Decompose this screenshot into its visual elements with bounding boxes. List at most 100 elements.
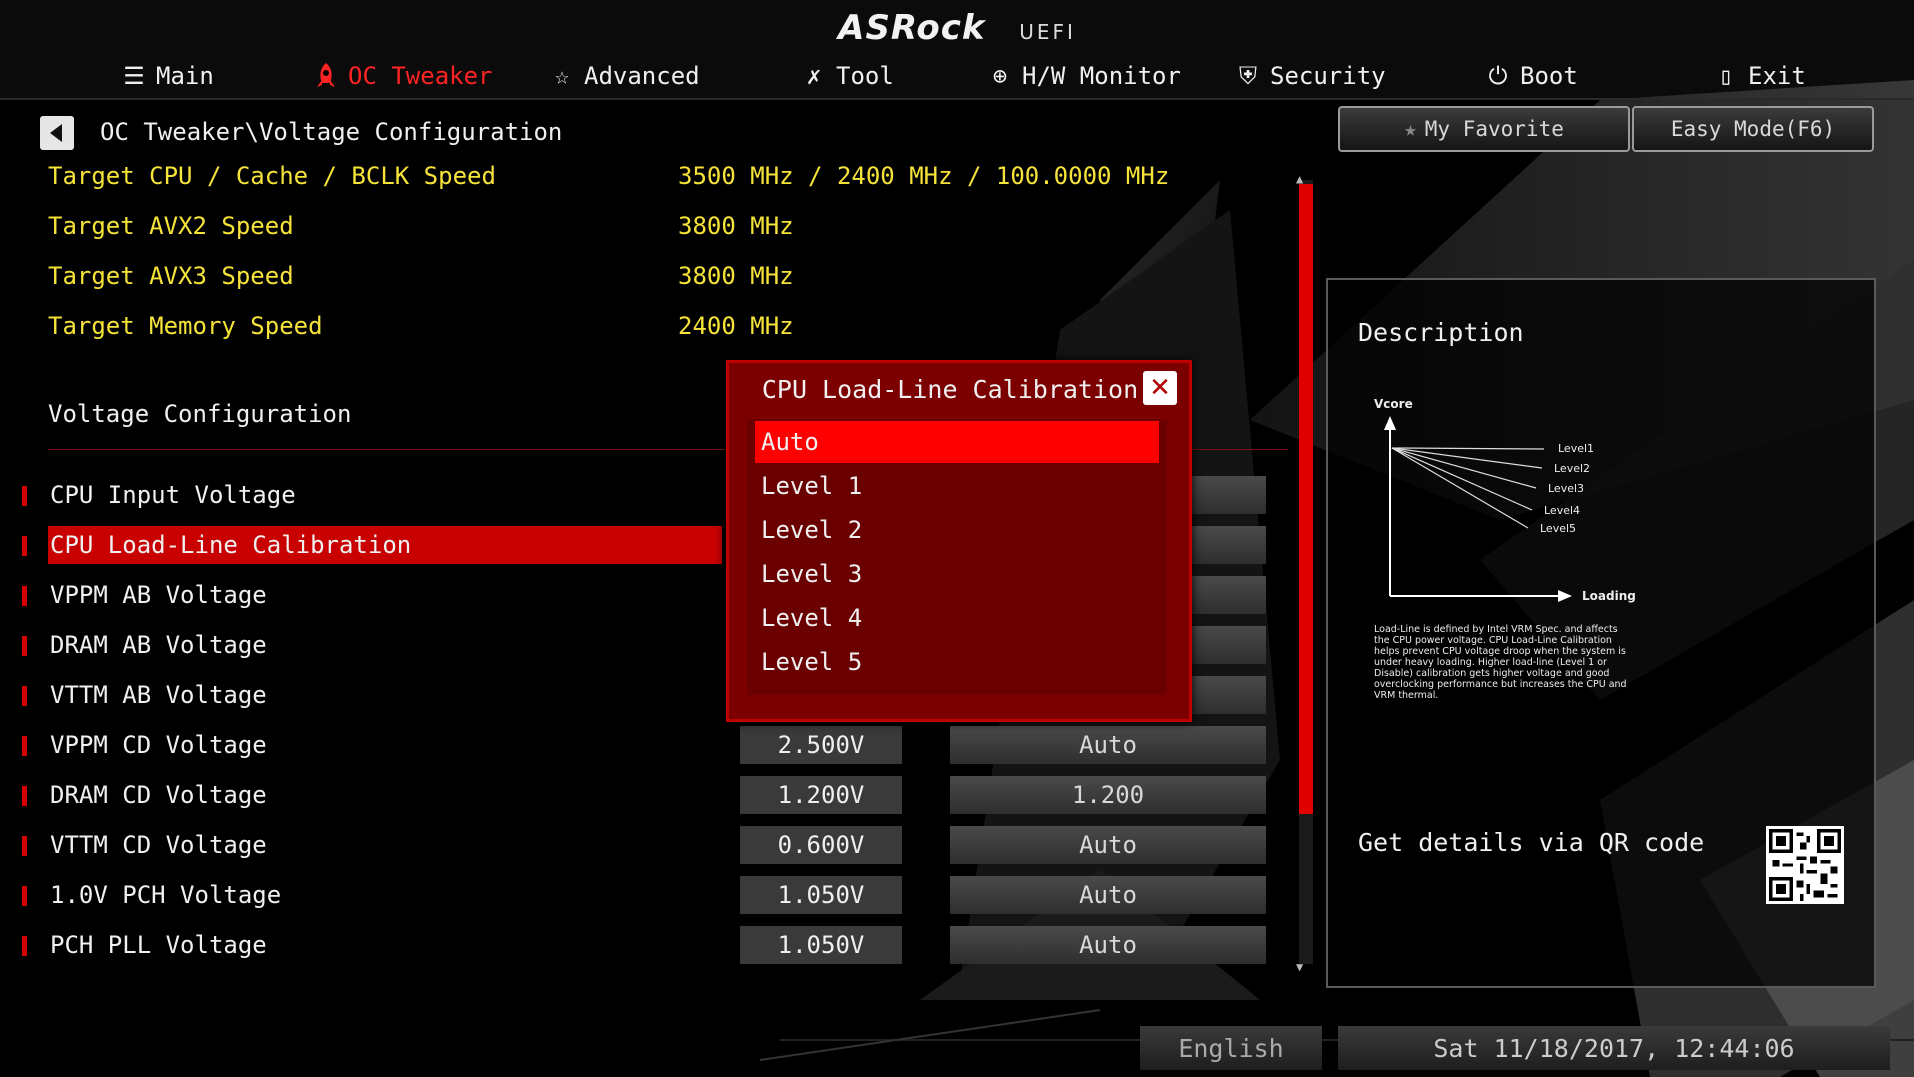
tab-label: OC Tweaker	[348, 62, 493, 90]
level2-label: Level2	[1554, 462, 1590, 475]
tab-security[interactable]: ⛨ Security	[1234, 54, 1386, 98]
row-bullet	[22, 636, 27, 656]
current-voltage: 0.600V	[740, 826, 902, 864]
tab-hw-monitor[interactable]: ⊕ H/W Monitor	[986, 54, 1181, 98]
tab-label: Security	[1270, 62, 1386, 90]
option-level-3[interactable]: Level 3	[755, 553, 1159, 595]
setting-vppm-ab-voltage[interactable]: VPPM AB Voltage	[48, 576, 267, 614]
my-favorite-button[interactable]: ★ My Favorite	[1338, 106, 1630, 152]
level4-label: Level4	[1544, 504, 1580, 517]
setting-vppm-cd-voltage[interactable]: VPPM CD Voltage	[48, 726, 267, 764]
star-icon: ☆	[554, 62, 570, 90]
info-value: 3500 MHz / 2400 MHz / 100.0000 MHz	[678, 162, 1170, 190]
option-level-2[interactable]: Level 2	[755, 509, 1159, 551]
setting-vttm-ab-voltage[interactable]: VTTM AB Voltage	[48, 676, 267, 714]
load-line-calibration-popup: CPU Load-Line Calibration ✕ Auto Level 1…	[726, 360, 1192, 722]
row-bullet	[22, 586, 27, 606]
list-icon: ☰	[123, 62, 145, 90]
tab-oc-tweaker[interactable]: OC Tweaker	[312, 54, 493, 98]
exit-door-icon: ▯	[1718, 62, 1734, 90]
tab-label: H/W Monitor	[1022, 62, 1181, 90]
tab-label: Advanced	[584, 62, 700, 90]
row-bullet	[22, 936, 27, 956]
monitor-crosshair-icon: ⊕	[992, 62, 1008, 90]
power-icon: ⏻	[1488, 62, 1508, 90]
current-voltage: 1.200V	[740, 776, 902, 814]
setting-vttm-cd-voltage[interactable]: VTTM CD Voltage	[48, 826, 267, 864]
language-button[interactable]: English	[1140, 1026, 1322, 1070]
section-title: Voltage Configuration	[48, 400, 352, 428]
setting-select[interactable]: 1.200	[950, 776, 1266, 814]
row-bullet	[22, 836, 27, 856]
current-voltage: 1.050V	[740, 926, 902, 964]
setting-select[interactable]: Auto	[950, 876, 1266, 914]
row-bullet	[22, 736, 27, 756]
description-text: Load-Line is defined by Intel VRM Spec. …	[1374, 624, 1627, 701]
row-bullet	[22, 686, 27, 706]
setting-pch-pll-voltage[interactable]: PCH PLL Voltage	[48, 926, 267, 964]
header-divider	[0, 98, 1914, 100]
current-voltage: 1.050V	[740, 876, 902, 914]
setting-select[interactable]: Auto	[950, 726, 1266, 764]
main-nav: ☰ Main OC Tweaker ☆ Advanced ✗ Tool ⊕ H/…	[0, 54, 1914, 98]
setting-select[interactable]: Auto	[950, 926, 1266, 964]
tab-advanced[interactable]: ☆ Advanced	[548, 54, 700, 98]
brand-name: ASRock	[838, 8, 986, 48]
easy-mode-label: Easy Mode(F6)	[1670, 117, 1836, 141]
shield-icon: ⛨	[1239, 62, 1257, 90]
current-voltage: 2.500V	[740, 726, 902, 764]
setting-cpu-load-line-calibration[interactable]: CPU Load-Line Calibration	[48, 526, 722, 564]
option-level-4[interactable]: Level 4	[755, 597, 1159, 639]
setting-dram-ab-voltage[interactable]: DRAM AB Voltage	[48, 626, 267, 664]
row-bullet	[22, 886, 27, 906]
option-level-1[interactable]: Level 1	[755, 465, 1159, 507]
tab-label: Tool	[836, 62, 894, 90]
setting-select[interactable]: Auto	[950, 826, 1266, 864]
tab-main[interactable]: ☰ Main	[120, 54, 214, 98]
level5-label: Level5	[1540, 522, 1576, 535]
easy-mode-button[interactable]: Easy Mode(F6)	[1632, 106, 1874, 152]
scroll-down-icon[interactable]: ▼	[1296, 960, 1303, 974]
info-label: Target CPU / Cache / BCLK Speed	[48, 162, 496, 190]
tab-label: Main	[156, 62, 214, 90]
back-button[interactable]	[40, 116, 74, 150]
loading-axis-label: Loading	[1582, 589, 1636, 603]
popup-option-list: Auto Level 1 Level 2 Level 3 Level 4 Lev…	[747, 419, 1167, 695]
option-level-5[interactable]: Level 5	[755, 641, 1159, 683]
info-label: Target AVX3 Speed	[48, 262, 294, 290]
description-title: Description	[1358, 318, 1524, 347]
tab-label: Boot	[1520, 62, 1578, 90]
tab-tool[interactable]: ✗ Tool	[800, 54, 894, 98]
qr-label: Get details via QR code	[1358, 828, 1705, 857]
row-bullet	[22, 486, 27, 506]
breadcrumb: OC Tweaker\Voltage Configuration	[100, 118, 563, 146]
info-label: Target Memory Speed	[48, 312, 323, 340]
datetime-display: Sat 11/18/2017, 12:44:06	[1338, 1026, 1890, 1070]
brand-suffix: UEFI	[1019, 20, 1076, 44]
rocket-icon	[312, 62, 340, 90]
my-favorite-label: My Favorite	[1424, 117, 1564, 141]
level1-label: Level1	[1558, 442, 1594, 455]
popup-title: CPU Load-Line Calibration	[761, 375, 1139, 404]
close-icon: ✕	[1149, 373, 1171, 403]
info-value: 3800 MHz	[678, 212, 794, 240]
info-value: 2400 MHz	[678, 312, 794, 340]
tab-label: Exit	[1748, 62, 1806, 90]
row-bullet	[22, 536, 27, 556]
option-auto[interactable]: Auto	[755, 421, 1159, 463]
tab-boot[interactable]: ⏻ Boot	[1484, 54, 1578, 98]
level3-label: Level3	[1548, 482, 1584, 495]
back-arrow-icon	[49, 124, 62, 142]
scrollbar-thumb[interactable]	[1299, 184, 1313, 814]
info-label: Target AVX2 Speed	[48, 212, 294, 240]
setting-cpu-input-voltage[interactable]: CPU Input Voltage	[48, 476, 296, 514]
asrock-logo: ASRock UEFI	[0, 8, 1914, 48]
scroll-up-icon[interactable]: ▲	[1296, 172, 1303, 186]
setting-dram-cd-voltage[interactable]: DRAM CD Voltage	[48, 776, 267, 814]
tab-exit[interactable]: ▯ Exit	[1712, 54, 1806, 98]
setting-1v-pch-voltage[interactable]: 1.0V PCH Voltage	[48, 876, 281, 914]
info-value: 3800 MHz	[678, 262, 794, 290]
wrench-icon: ✗	[806, 62, 822, 90]
vcore-axis-label: Vcore	[1374, 397, 1413, 411]
close-button[interactable]: ✕	[1143, 371, 1177, 405]
